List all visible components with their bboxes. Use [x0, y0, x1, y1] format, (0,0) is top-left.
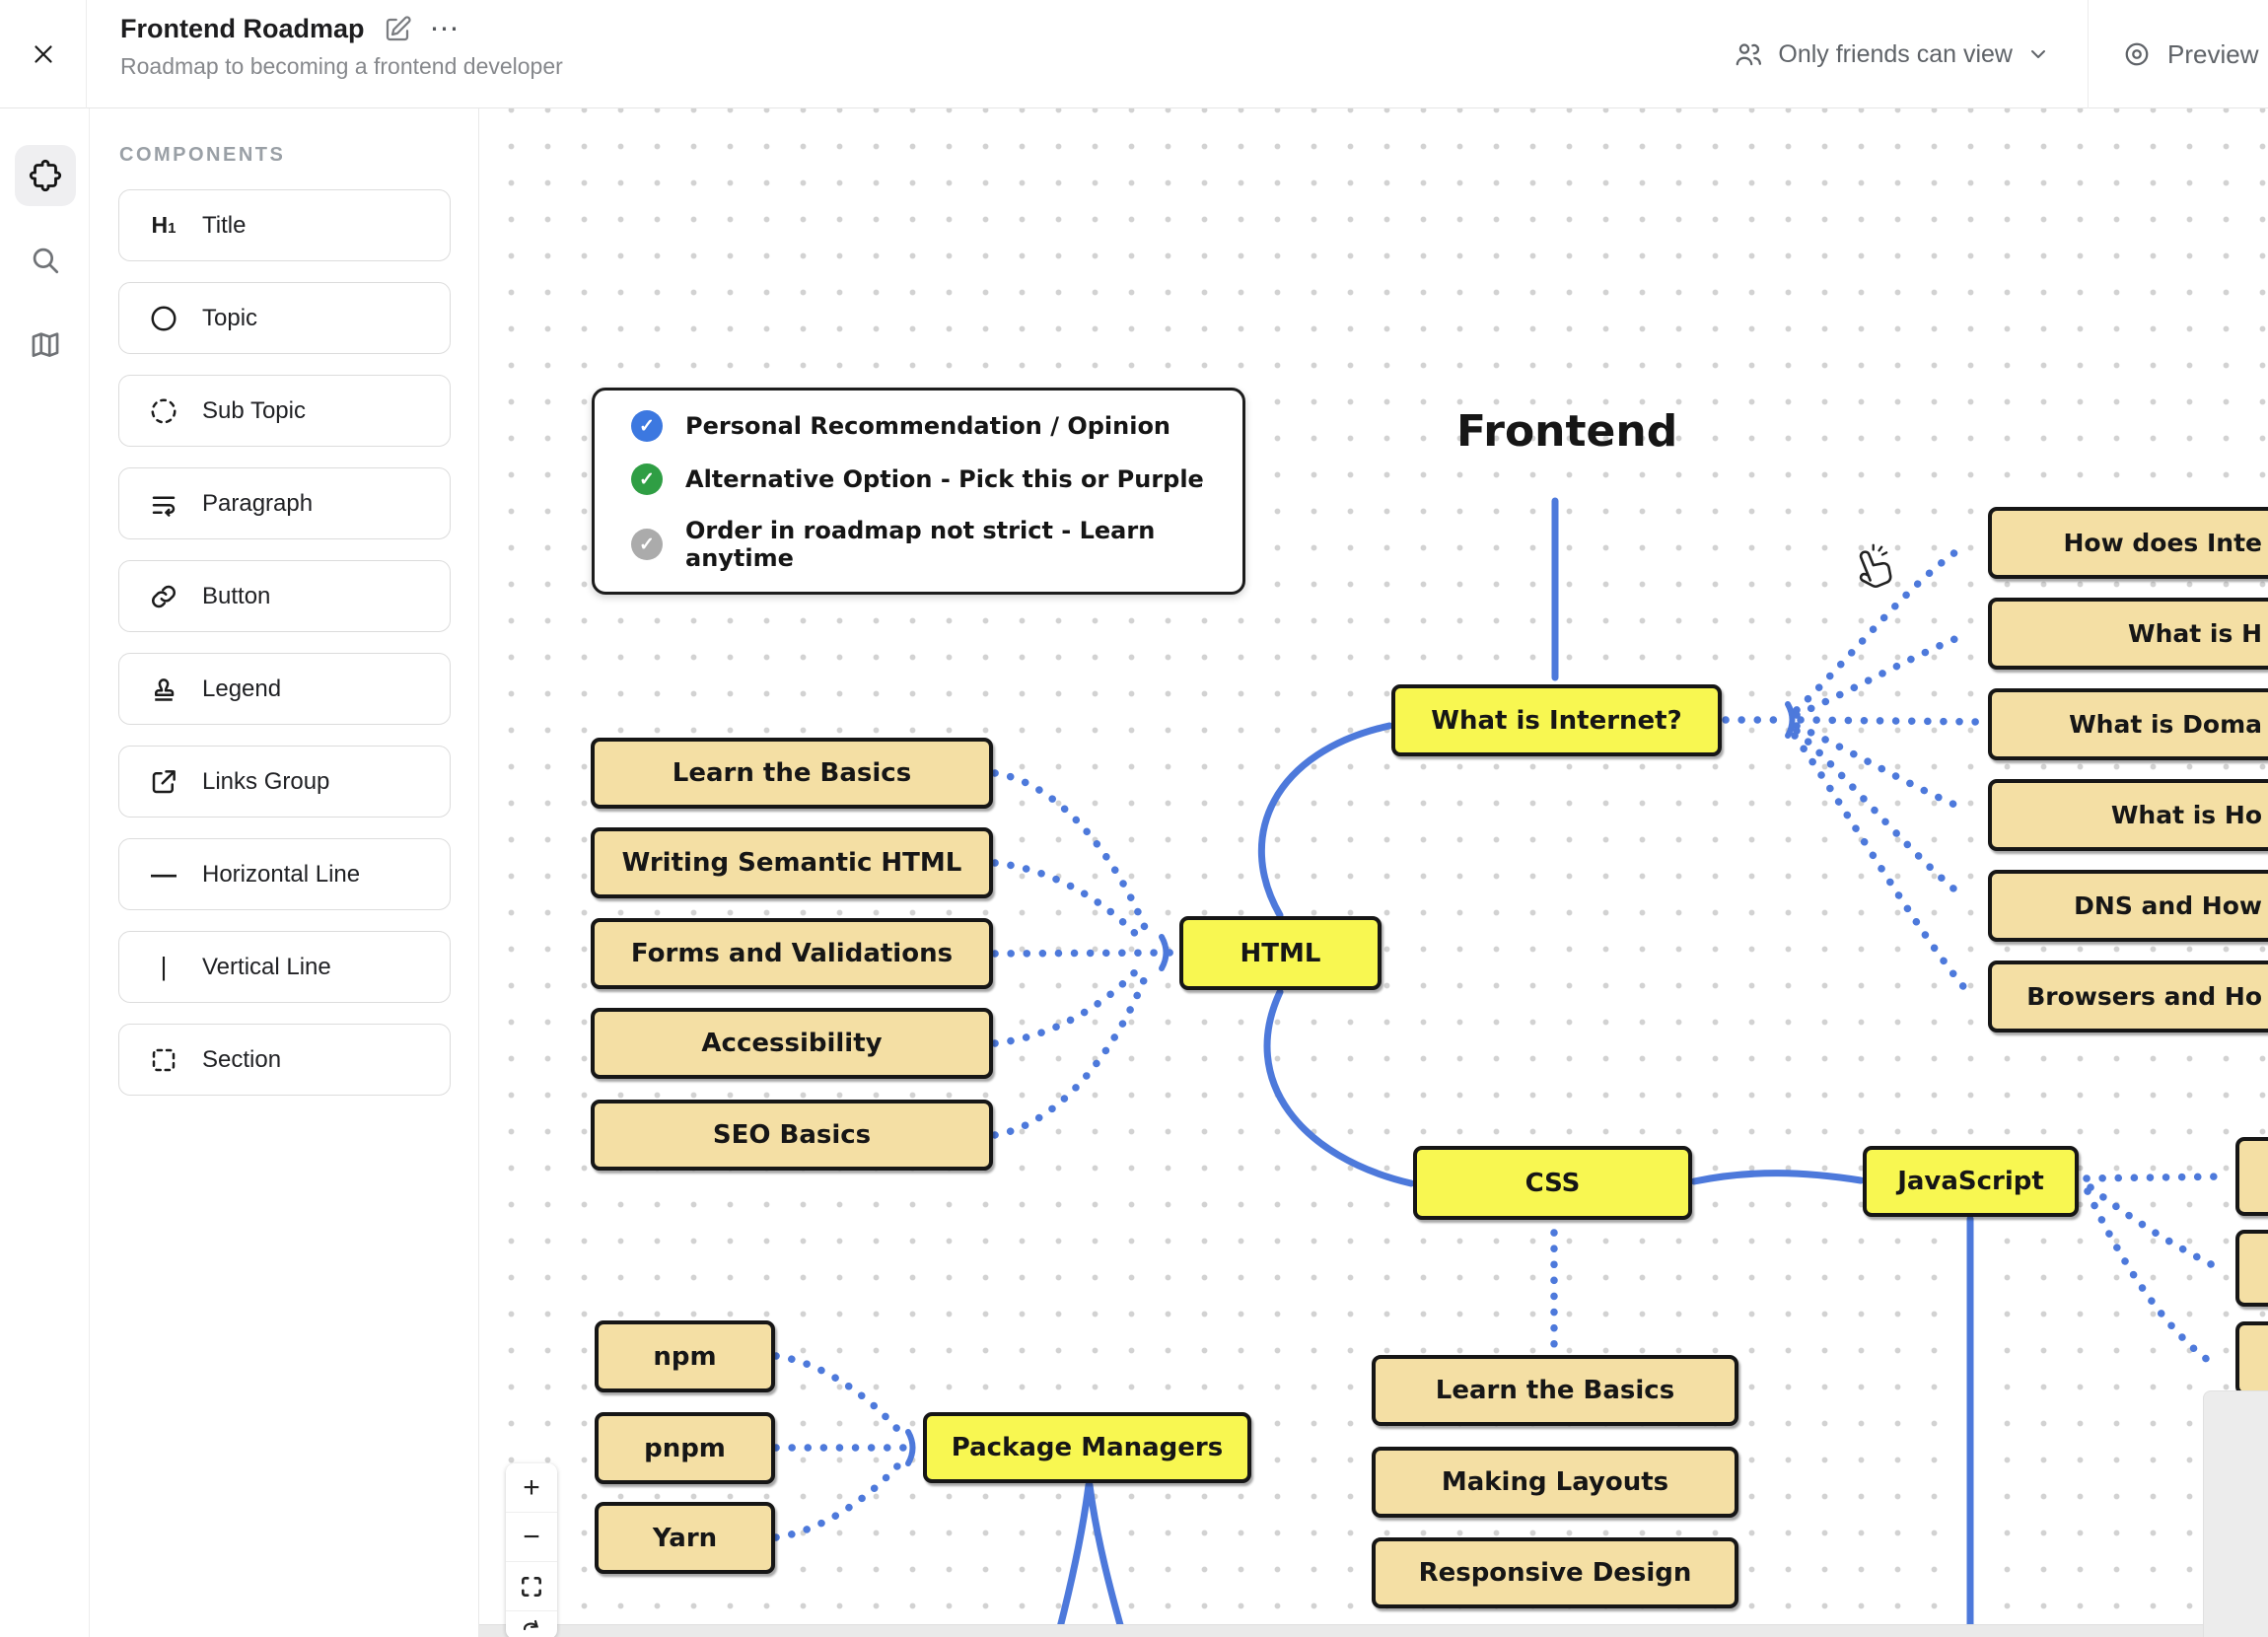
node-browsers-and-how[interactable]: Browsers and Ho — [1988, 961, 2268, 1032]
stamp-icon — [146, 675, 181, 704]
canvas-bottom-bar — [479, 1624, 2268, 1637]
roadmap-canvas[interactable]: ✓ Personal Recommendation / Opinion ✓ Al… — [479, 108, 2268, 1637]
component-item-button[interactable]: Button — [118, 560, 451, 632]
more-options-button[interactable]: ⋯ — [430, 25, 461, 35]
green-check-icon: ✓ — [631, 463, 663, 495]
node-package-managers[interactable]: Package Managers — [923, 1412, 1251, 1483]
node-javascript[interactable]: JavaScript — [1863, 1146, 2079, 1217]
fit-view-button[interactable] — [506, 1562, 557, 1611]
node-writing-semantic-html[interactable]: Writing Semantic HTML — [591, 827, 993, 898]
close-icon — [29, 39, 58, 69]
mouse-cursor — [1844, 538, 1901, 596]
visibility-dropdown[interactable]: Only friends can view — [1695, 38, 2088, 70]
node-html[interactable]: HTML — [1179, 916, 1382, 990]
paragraph-icon — [146, 489, 181, 519]
page-title: Frontend Roadmap — [120, 14, 365, 44]
roadmap-title[interactable]: Frontend — [1456, 406, 1654, 457]
fullscreen-icon — [519, 1574, 544, 1600]
plus-icon: + — [523, 1471, 540, 1505]
component-item-legend[interactable]: Legend — [118, 653, 451, 725]
circle-icon — [146, 304, 181, 333]
undo-button[interactable] — [506, 1611, 557, 1637]
component-item-sub-topic[interactable]: Sub Topic — [118, 375, 451, 447]
visibility-label: Only friends can view — [1778, 40, 2013, 69]
node-seo-basics[interactable]: SEO Basics — [591, 1100, 993, 1171]
search-icon — [29, 244, 62, 277]
edit-title-button[interactable] — [383, 15, 412, 44]
blue-check-icon: ✓ — [631, 410, 663, 442]
dashed-circle-icon — [146, 396, 181, 426]
undo-icon — [520, 1615, 543, 1637]
horizontal-line-icon: — — [146, 859, 181, 890]
preview-label: Preview — [2167, 39, 2258, 70]
preview-button[interactable]: Preview — [2089, 39, 2268, 70]
node-forms-and-validations[interactable]: Forms and Validations — [591, 918, 993, 989]
chevron-down-icon — [2026, 42, 2050, 66]
close-button[interactable] — [0, 0, 87, 108]
external-link-icon — [146, 767, 181, 797]
node-learn-the-basics-html[interactable]: Learn the Basics — [591, 738, 993, 809]
node-js-stub-1[interactable] — [2235, 1137, 2268, 1216]
component-item-links-group[interactable]: Links Group — [118, 746, 451, 818]
node-what-is-internet[interactable]: What is Internet? — [1391, 684, 1722, 756]
minus-icon: − — [523, 1521, 540, 1554]
node-npm[interactable]: npm — [595, 1320, 775, 1392]
header: Frontend Roadmap ⋯ Roadmap to becoming a… — [0, 0, 2268, 108]
node-accessibility[interactable]: Accessibility — [591, 1008, 993, 1079]
puzzle-icon — [28, 158, 63, 193]
component-item-paragraph[interactable]: Paragraph — [118, 467, 451, 539]
h1-icon: H1 — [146, 212, 181, 239]
node-what-is-domain[interactable]: What is Doma — [1988, 688, 2268, 760]
node-what-is-http[interactable]: What is H — [1988, 598, 2268, 670]
component-item-title[interactable]: H1 Title — [118, 189, 451, 261]
roadmap-legend[interactable]: ✓ Personal Recommendation / Opinion ✓ Al… — [592, 388, 1245, 595]
components-panel: COMPONENTS H1 Title Topic Sub Topic Para… — [90, 108, 479, 1637]
edit-icon — [383, 15, 412, 44]
node-responsive-design[interactable]: Responsive Design — [1372, 1537, 1738, 1608]
vertical-line-icon: | — [146, 952, 181, 982]
component-item-topic[interactable]: Topic — [118, 282, 451, 354]
zoom-out-button[interactable]: − — [506, 1513, 557, 1562]
node-learn-the-basics-css[interactable]: Learn the Basics — [1372, 1355, 1738, 1426]
node-how-does-internet-work[interactable]: How does Inte — [1988, 507, 2268, 579]
gray-check-icon: ✓ — [631, 529, 663, 560]
node-js-stub-2[interactable] — [2235, 1230, 2268, 1307]
tool-rail — [0, 108, 90, 1637]
component-item-vertical-line[interactable]: | Vertical Line — [118, 931, 451, 1003]
dashed-square-icon — [146, 1045, 181, 1075]
node-pnpm[interactable]: pnpm — [595, 1412, 775, 1484]
canvas-side-panel — [2203, 1390, 2268, 1637]
node-yarn[interactable]: Yarn — [595, 1502, 775, 1574]
components-tab-button[interactable] — [15, 145, 76, 206]
map-tab-button[interactable] — [15, 315, 76, 376]
legend-item: ✓ Alternative Option - Pick this or Purp… — [631, 463, 1242, 495]
legend-item: ✓ Personal Recommendation / Opinion — [631, 410, 1242, 442]
node-making-layouts[interactable]: Making Layouts — [1372, 1447, 1738, 1518]
zoom-toolbar: + − — [506, 1463, 557, 1637]
node-what-is-hosting[interactable]: What is Ho — [1988, 779, 2268, 851]
component-item-horizontal-line[interactable]: — Horizontal Line — [118, 838, 451, 910]
people-icon — [1733, 38, 1764, 70]
map-icon — [29, 328, 62, 362]
node-css[interactable]: CSS — [1413, 1146, 1692, 1220]
eye-icon — [2122, 39, 2152, 69]
components-heading: COMPONENTS — [119, 144, 285, 167]
page-subtitle: Roadmap to becoming a frontend developer — [120, 53, 563, 80]
component-item-section[interactable]: Section — [118, 1024, 451, 1096]
zoom-in-button[interactable]: + — [506, 1463, 557, 1513]
node-js-stub-3[interactable] — [2235, 1321, 2268, 1395]
search-tab-button[interactable] — [15, 230, 76, 291]
legend-item: ✓ Order in roadmap not strict - Learn an… — [631, 517, 1242, 572]
node-dns-and-how[interactable]: DNS and How — [1988, 870, 2268, 942]
link-icon — [146, 582, 181, 611]
